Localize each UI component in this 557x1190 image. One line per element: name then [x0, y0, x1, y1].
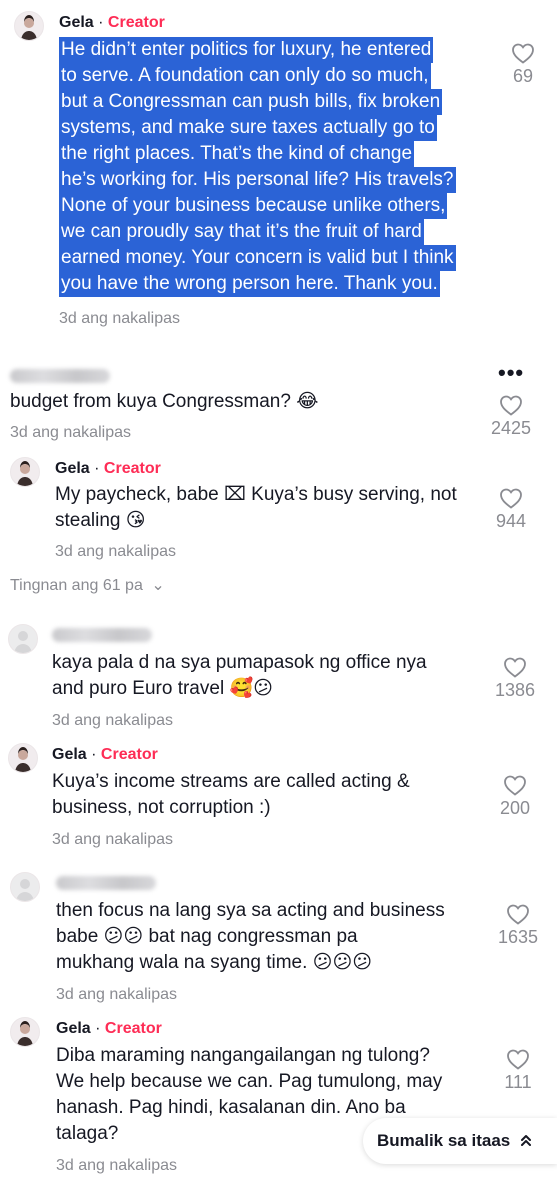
avatar-gela[interactable]	[8, 743, 38, 773]
like-count: 1635	[497, 927, 539, 947]
like-count: 200	[499, 798, 531, 818]
username[interactable]: Gela	[59, 14, 94, 31]
comment-time: 3d ang nakalipas	[55, 543, 176, 560]
like-count: 1386	[494, 680, 536, 700]
comment-text-selected[interactable]: He didn’t enter politics for luxury, he …	[59, 37, 501, 297]
like-button[interactable]: 2425	[481, 394, 541, 439]
heart-icon	[500, 488, 522, 509]
comment-meta: Gela · Creator	[56, 1020, 162, 1037]
avatar-anonymous[interactable]	[8, 624, 38, 654]
username[interactable]: Gela	[52, 746, 87, 763]
username[interactable]: Gela	[55, 460, 90, 477]
comment-meta: Gela · Creator	[52, 746, 158, 763]
creator-badge: Creator	[104, 1020, 162, 1037]
avatar-gela[interactable]	[10, 457, 40, 487]
like-button[interactable]: 944	[481, 487, 541, 532]
heart-icon	[507, 1049, 529, 1070]
username[interactable]: Gela	[56, 1020, 91, 1037]
heart-icon	[500, 395, 522, 416]
comment-text[interactable]: Kuya’s income streams are called acting …	[52, 769, 482, 821]
double-chevron-up-icon	[520, 1133, 532, 1150]
avatar-anonymous[interactable]	[10, 872, 40, 902]
heart-icon	[504, 657, 526, 678]
blurred-username[interactable]	[52, 628, 152, 647]
comment-text[interactable]: My paycheck, babe ⌧ Kuya’s busy serving,…	[55, 482, 485, 534]
creator-badge: Creator	[100, 746, 158, 763]
comment-time: 3d ang nakalipas	[10, 424, 131, 441]
comment-text[interactable]: budget from kuya Congressman? 😂	[10, 389, 480, 415]
avatar-gela[interactable]	[10, 1017, 40, 1047]
like-button[interactable]: 111	[488, 1048, 548, 1093]
comment-time: 3d ang nakalipas	[52, 831, 173, 848]
more-options-icon[interactable]: •••	[498, 362, 524, 384]
like-count: 69	[512, 66, 534, 86]
comment-time: 3d ang nakalipas	[56, 1157, 177, 1174]
comment-text[interactable]: kaya pala d na sya pumapasok ng office n…	[52, 650, 482, 702]
creator-badge: Creator	[107, 14, 165, 31]
comment-meta: Gela · Creator	[59, 14, 165, 31]
avatar-gela[interactable]	[14, 11, 44, 41]
like-button[interactable]: 69	[493, 42, 553, 87]
like-count: 2425	[490, 418, 532, 438]
like-button[interactable]: 1635	[488, 903, 548, 948]
comment-meta: Gela · Creator	[55, 460, 161, 477]
heart-icon	[504, 775, 526, 796]
back-to-top-button[interactable]: Bumalik sa itaas	[363, 1118, 557, 1164]
comment-time: 3d ang nakalipas	[56, 986, 177, 1003]
blurred-username[interactable]	[56, 876, 156, 895]
comment-time: 3d ang nakalipas	[52, 712, 173, 729]
creator-badge: Creator	[103, 460, 161, 477]
comment-time: 3d ang nakalipas	[59, 310, 180, 327]
like-count: 944	[495, 511, 527, 531]
heart-icon	[507, 904, 529, 925]
heart-icon	[512, 43, 534, 64]
blurred-username[interactable]	[10, 369, 110, 388]
view-more-replies-button[interactable]: Tingnan ang 61 pa ⌄	[10, 575, 165, 595]
comment-text[interactable]: then focus na lang sya sa acting and bus…	[56, 898, 486, 976]
like-button[interactable]: 1386	[485, 656, 545, 701]
like-button[interactable]: 200	[485, 774, 545, 819]
like-count: 111	[504, 1072, 532, 1092]
chevron-down-icon: ⌄	[151, 577, 165, 594]
